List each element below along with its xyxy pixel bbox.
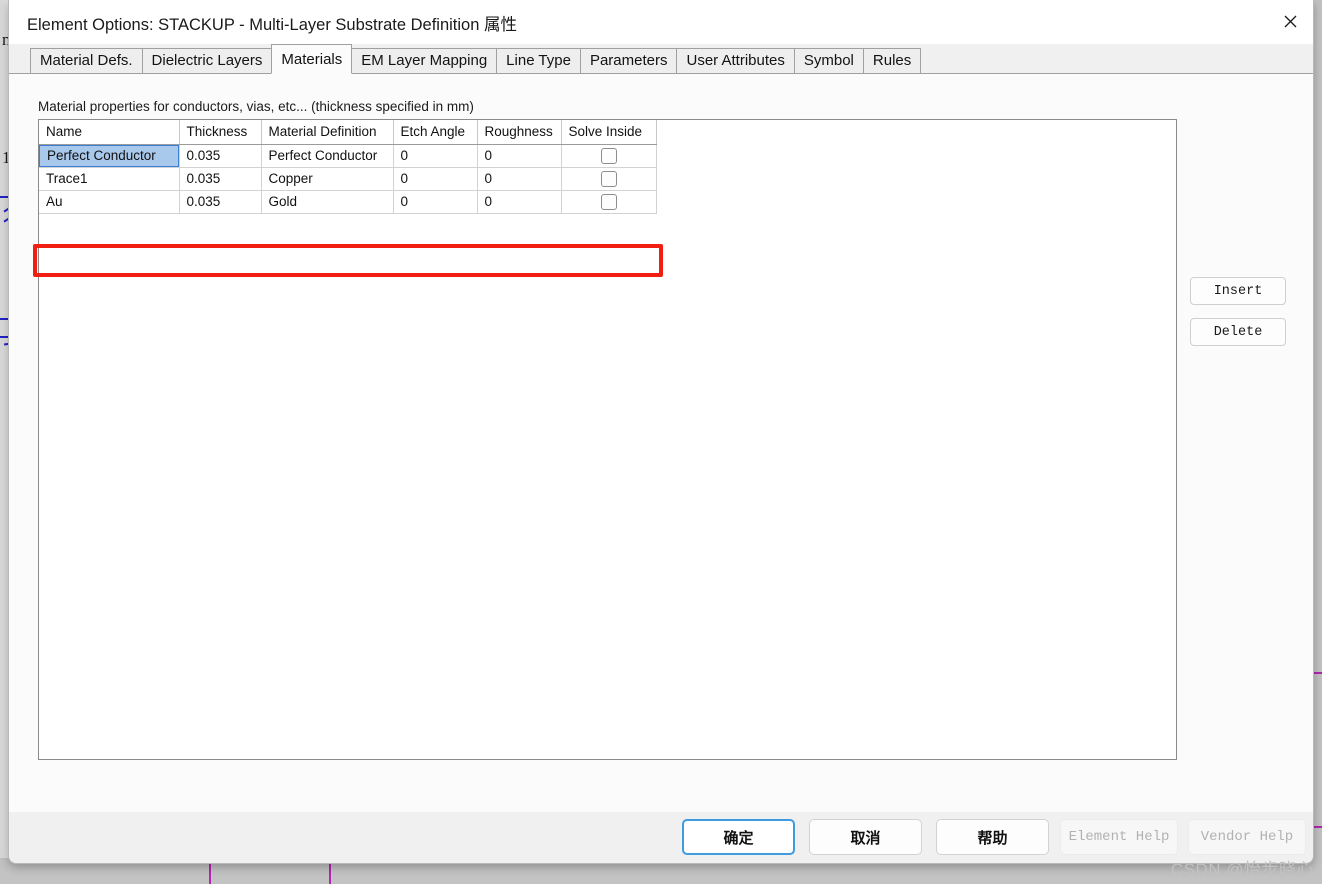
tab-dielectric-layers[interactable]: Dielectric Layers	[141, 48, 273, 74]
cell-roughness[interactable]: 0	[477, 144, 562, 168]
column-header-solve-inside[interactable]: Solve Inside	[561, 120, 657, 145]
help-button[interactable]: 帮助	[936, 819, 1049, 855]
materials-table: Name Thickness Material Definition Etch …	[39, 120, 657, 214]
vendor-help-button: Vendor Help	[1188, 819, 1306, 855]
cell-solve-inside[interactable]	[561, 144, 657, 168]
cell-roughness[interactable]: 0	[477, 167, 562, 191]
table-row[interactable]: Trace1 0.035 Copper 0 0	[39, 167, 657, 191]
materials-panel: Material properties for conductors, vias…	[9, 74, 1313, 812]
cell-thickness[interactable]: 0.035	[179, 190, 262, 214]
materials-table-container[interactable]: Name Thickness Material Definition Etch …	[38, 119, 1177, 760]
cell-etch-angle[interactable]: 0	[393, 190, 478, 214]
solve-inside-checkbox[interactable]	[601, 170, 617, 187]
cell-name[interactable]: Trace1	[39, 167, 180, 191]
solve-inside-checkbox[interactable]	[601, 193, 617, 210]
cell-material-definition[interactable]: Copper	[261, 167, 394, 191]
column-header-roughness[interactable]: Roughness	[477, 120, 562, 145]
insert-button[interactable]: Insert	[1190, 277, 1286, 305]
tab-line-type[interactable]: Line Type	[496, 48, 581, 74]
tab-material-defs[interactable]: Material Defs.	[30, 48, 143, 74]
table-header-row: Name Thickness Material Definition Etch …	[39, 120, 657, 145]
element-options-dialog: Element Options: STACKUP - Multi-Layer S…	[8, 0, 1314, 864]
close-icon[interactable]	[1267, 0, 1313, 43]
element-help-button: Element Help	[1060, 819, 1178, 855]
table-row[interactable]: Perfect Conductor 0.035 Perfect Conducto…	[39, 144, 657, 168]
dialog-titlebar: Element Options: STACKUP - Multi-Layer S…	[9, 0, 1313, 45]
cell-name[interactable]: Perfect Conductor	[39, 144, 180, 168]
tab-user-attributes[interactable]: User Attributes	[676, 48, 795, 74]
cell-etch-angle[interactable]: 0	[393, 144, 478, 168]
cell-etch-angle[interactable]: 0	[393, 167, 478, 191]
column-header-material-definition[interactable]: Material Definition	[261, 120, 394, 145]
cell-thickness[interactable]: 0.035	[179, 144, 262, 168]
solve-inside-checkbox[interactable]	[601, 147, 617, 164]
ok-button[interactable]: 确定	[682, 819, 795, 855]
table-row[interactable]: Au 0.035 Gold 0 0	[39, 190, 657, 214]
tab-rules[interactable]: Rules	[862, 48, 922, 74]
column-header-thickness[interactable]: Thickness	[179, 120, 262, 145]
delete-button[interactable]: Delete	[1190, 318, 1286, 346]
tab-symbol[interactable]: Symbol	[793, 48, 864, 74]
panel-caption: Material properties for conductors, vias…	[38, 99, 474, 114]
column-header-etch-angle[interactable]: Etch Angle	[393, 120, 478, 145]
cell-name[interactable]: Au	[39, 190, 180, 214]
cell-thickness[interactable]: 0.035	[179, 167, 262, 191]
cell-name-selected: Perfect Conductor	[39, 145, 179, 167]
column-header-name[interactable]: Name	[39, 120, 180, 145]
cell-solve-inside[interactable]	[561, 167, 657, 191]
cell-material-definition[interactable]: Perfect Conductor	[261, 144, 394, 168]
cell-material-definition[interactable]: Gold	[261, 190, 394, 214]
tab-list: Material Defs. Dielectric Layers Materia…	[30, 44, 922, 74]
cell-roughness[interactable]: 0	[477, 190, 562, 214]
cancel-button[interactable]: 取消	[809, 819, 922, 855]
dialog-footer: 确定 取消 帮助 Element Help Vendor Help	[9, 811, 1313, 863]
tab-em-layer-mapping[interactable]: EM Layer Mapping	[351, 48, 498, 74]
tab-materials[interactable]: Materials	[271, 44, 353, 74]
cell-solve-inside[interactable]	[561, 190, 657, 214]
tab-parameters[interactable]: Parameters	[579, 48, 678, 74]
dialog-title: Element Options: STACKUP - Multi-Layer S…	[27, 16, 517, 34]
tab-strip: Material Defs. Dielectric Layers Materia…	[9, 44, 1313, 74]
